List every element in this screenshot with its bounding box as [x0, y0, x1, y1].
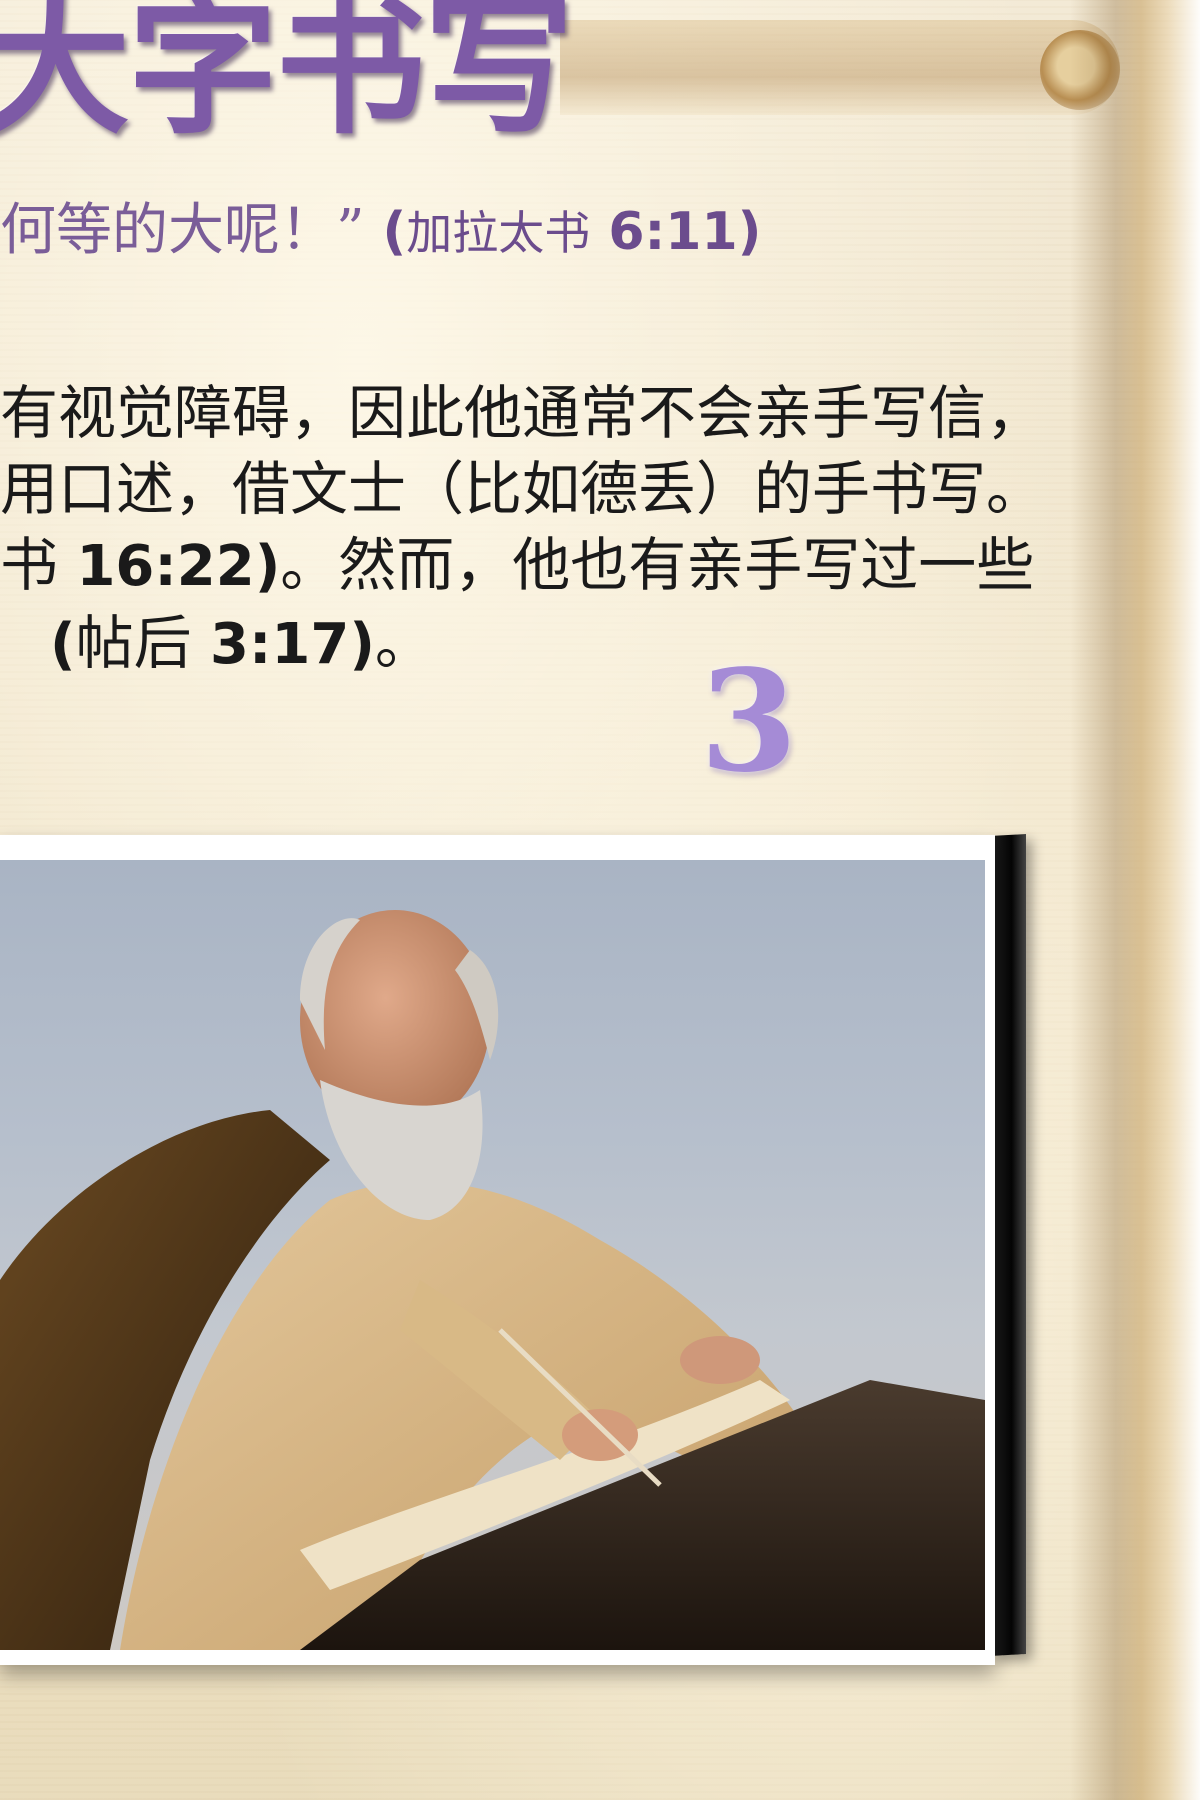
body-line-4-book: 帖后 — [75, 609, 211, 677]
quote-reference: (加拉太书 6:11) — [382, 202, 761, 262]
body-text: 有视觉障碍，因此他通常不会亲手写信， 用口述，借文士（比如德丢）的手书写。 书 … — [0, 375, 1160, 683]
scroll-right-edge — [1070, 0, 1200, 1800]
scripture-quote: 何等的大呢！” (加拉太书 6:11) — [0, 200, 761, 262]
body-line-4-verse: 3:17) — [210, 612, 375, 677]
body-line-3-seg-1: 书 — [0, 531, 77, 599]
body-line-2-seg-1: 用口述，借文士（比如德丢）的手书写。 — [0, 455, 1045, 523]
body-line-1: 有视觉障碍，因此他通常不会亲手写信， — [0, 375, 1160, 451]
canvas-frame-side — [990, 834, 1026, 1656]
slide-title: 大字书写 — [0, 0, 574, 155]
quote-ref-verse: 6:11) — [590, 202, 762, 262]
body-line-1-seg-1: 有视觉障碍，因此他通常不会亲手写信， — [0, 379, 1045, 447]
illustration-frame — [0, 835, 995, 1665]
quote-ref-book: 加拉太书 — [406, 206, 591, 260]
body-line-3-seg-3: 。然而，他也有亲手写过一些 — [280, 531, 1035, 599]
quote-text: 何等的大呢！” — [0, 198, 365, 263]
scroll-roll-top — [560, 20, 1120, 115]
quote-ref-open: ( — [382, 202, 407, 262]
body-line-2: 用口述，借文士（比如德丢）的手书写。 — [0, 451, 1160, 527]
body-line-4: (帖后 3:17)。 — [50, 605, 1160, 683]
body-line-3: 书 16:22)。然而，他也有亲手写过一些 — [0, 527, 1160, 605]
slide-number: 3 — [700, 640, 798, 804]
body-line-4-end: 。 — [374, 609, 433, 677]
body-line-3-verse: 16:22) — [76, 534, 281, 599]
hand-resting — [680, 1336, 760, 1384]
body-line-4-open: ( — [50, 612, 76, 677]
illustration-svg — [0, 910, 985, 1650]
illustration-paul-writing — [0, 860, 985, 1650]
